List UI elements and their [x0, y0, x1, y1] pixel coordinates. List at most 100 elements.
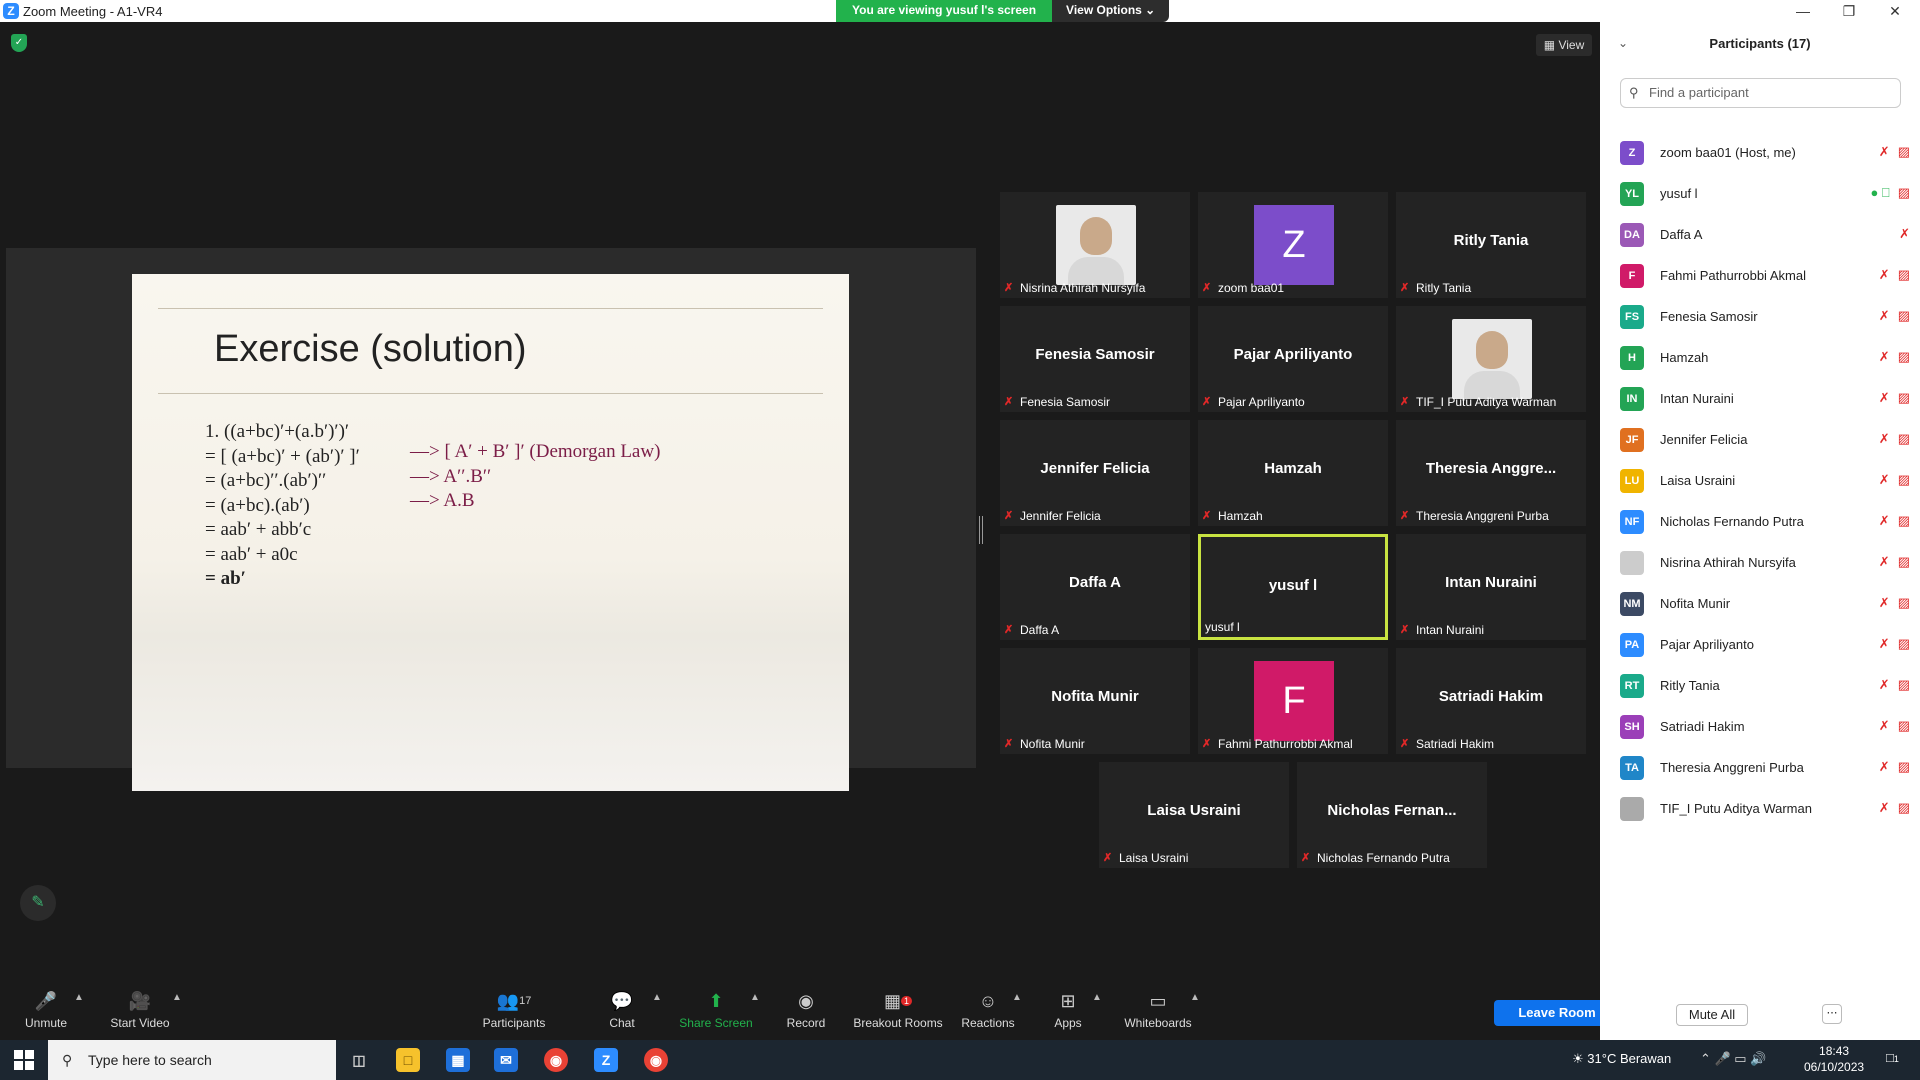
chat-options-caret[interactable]: ▲	[652, 992, 662, 1003]
zoom-taskbar-icon[interactable]: Z	[594, 1048, 618, 1072]
participant-row[interactable]: F Fahmi Pathurrobbi Akmal ✗ ▨	[1620, 255, 1910, 296]
unmute-button[interactable]: 🎤 Unmute	[18, 984, 74, 1040]
muted-mic-icon: ✗	[1202, 738, 1212, 750]
annotate-pencil-icon[interactable]: ✎	[20, 885, 56, 921]
record-button[interactable]: ◉ Record	[782, 984, 830, 1040]
chrome-icon[interactable]: ◉	[544, 1048, 568, 1072]
unmute-label: Unmute	[24, 1016, 68, 1030]
chrome-profile-icon[interactable]: ◉	[644, 1048, 668, 1072]
participant-row[interactable]: Zzoom baa01 (Host, me) ✗ ▨	[1620, 132, 1910, 173]
close-icon[interactable]: ✕	[1872, 0, 1918, 22]
participant-row[interactable]: YL yusuf l ● ⎕ ▨	[1620, 173, 1910, 214]
minimize-icon[interactable]: —	[1780, 0, 1826, 22]
breakout-rooms-label: Breakout Rooms	[853, 1016, 943, 1030]
mail-icon[interactable]: ✉	[494, 1048, 518, 1072]
video-tile[interactable]: Nicholas Fernan... ✗ Nicholas Fernando Put…	[1297, 762, 1487, 868]
video-tile[interactable]: ✗ Nisrina Athirah Nursyifa	[1000, 192, 1190, 298]
participant-row[interactable]: Nisrina Athirah Nursyifa ✗ ▨	[1620, 542, 1910, 583]
video-tile[interactable]: Fenesia Samosir ✗ Fenesia Samosir	[1000, 306, 1190, 412]
view-options-button[interactable]: View Options ⌄	[1052, 0, 1170, 22]
tile-avatar: Z	[1254, 205, 1334, 285]
participant-row[interactable]: TIF_I Putu Aditya Warman ✗ ▨	[1620, 788, 1910, 829]
video-options-caret[interactable]: ▲	[172, 992, 182, 1003]
participant-row[interactable]: NM Nofita Munir ✗ ▨	[1620, 583, 1910, 624]
taskbar-clock[interactable]: 18:43 06/10/2023	[1804, 1043, 1864, 1075]
participant-row[interactable]: FS Fenesia Samosir ✗ ▨	[1620, 296, 1910, 337]
chat-button[interactable]: 💬 Chat	[600, 984, 644, 1040]
participant-status-icons: ✗ ▨	[1879, 513, 1910, 529]
participant-name: Fenesia Samosir	[1660, 309, 1758, 324]
start-video-button[interactable]: 🎥 Start Video	[102, 984, 178, 1040]
video-off-icon: ▨	[1897, 800, 1910, 815]
taskbar-search-box[interactable]: ⚲ Type here to search	[48, 1040, 336, 1080]
participant-name: Intan Nuraini	[1660, 391, 1734, 406]
participant-row[interactable]: NF Nicholas Fernando Putra ✗ ▨	[1620, 501, 1910, 542]
video-tile[interactable]: Jennifer Felicia ✗ Jennifer Felicia	[1000, 420, 1190, 526]
muted-mic-icon: ✗	[1878, 144, 1890, 159]
weather-widget[interactable]: ☀ 31°C Berawan	[1572, 1051, 1671, 1067]
file-explorer-icon[interactable]: □	[396, 1048, 420, 1072]
participants-button[interactable]: 👥17 Participants	[478, 984, 550, 1040]
mute-all-button[interactable]: Mute All	[1676, 1004, 1748, 1026]
audio-options-caret[interactable]: ▲	[74, 992, 84, 1003]
participant-row[interactable]: DA Daffa A ✗	[1620, 214, 1910, 255]
start-button[interactable]	[14, 1050, 34, 1070]
video-off-icon: ▨	[1897, 349, 1910, 364]
video-tile[interactable]: Intan Nuraini ✗ Intan Nuraini	[1396, 534, 1586, 640]
apps-button[interactable]: ⊞ Apps	[1050, 984, 1086, 1040]
video-tile[interactable]: Ritly Tania ✗ Ritly Tania	[1396, 192, 1586, 298]
video-tile[interactable]: Nofita Munir ✗ Nofita Munir	[1000, 648, 1190, 754]
participant-row[interactable]: IN Intan Nuraini ✗ ▨	[1620, 378, 1910, 419]
more-options-button[interactable]: ⋯	[1822, 1004, 1842, 1024]
participant-status-icons: ✗ ▨	[1879, 800, 1910, 816]
reactions-options-caret[interactable]: ▲	[1012, 992, 1022, 1003]
tile-name-tag: ✗ Laisa Usraini	[1103, 851, 1188, 865]
participant-name: TIF_I Putu Aditya Warman	[1660, 801, 1812, 816]
participant-row[interactable]: SH Satriadi Hakim ✗ ▨	[1620, 706, 1910, 747]
muted-mic-icon: ✗	[1400, 396, 1410, 408]
participant-row[interactable]: H Hamzah ✗ ▨	[1620, 337, 1910, 378]
split-divider-handle[interactable]	[979, 516, 983, 544]
shield-icon[interactable]: ✓	[11, 34, 27, 52]
muted-mic-icon: ✗	[1004, 738, 1014, 750]
notification-icon[interactable]: □1	[1886, 1050, 1899, 1065]
restore-icon[interactable]: ❐	[1826, 0, 1872, 22]
title-bar: Z Zoom Meeting - A1-VR4 You are viewing …	[0, 0, 1920, 22]
video-tile[interactable]: yusuf l yusuf l	[1198, 534, 1388, 640]
tile-participant-name: Fahmi Pathurrobbi Akmal	[1218, 737, 1353, 751]
participant-search-input[interactable]: ⚲ Find a participant	[1620, 78, 1901, 108]
video-tile[interactable]: Daffa A ✗ Daffa A	[1000, 534, 1190, 640]
participant-row[interactable]: PA Pajar Apriliyanto ✗ ▨	[1620, 624, 1910, 665]
tray-icons[interactable]: ⌃ 🎤 ▭ 🔊	[1700, 1051, 1766, 1067]
share-options-caret[interactable]: ▲	[750, 992, 760, 1003]
video-off-icon: ▨	[1897, 472, 1910, 487]
video-tile[interactable]: F ✗ Fahmi Pathurrobbi Akmal	[1198, 648, 1388, 754]
share-screen-button[interactable]: ⬆ Share Screen	[678, 984, 754, 1040]
task-view-icon[interactable]: ◫	[347, 1048, 371, 1072]
participant-row[interactable]: TA Theresia Anggreni Purba ✗ ▨	[1620, 747, 1910, 788]
apps-options-caret[interactable]: ▲	[1092, 992, 1102, 1003]
participant-name: zoom baa01 (Host, me)	[1660, 145, 1796, 160]
tile-display-name: Daffa A	[1069, 574, 1121, 591]
video-tile[interactable]: ✗ TIF_I Putu Aditya Warman	[1396, 306, 1586, 412]
whiteboards-options-caret[interactable]: ▲	[1190, 992, 1200, 1003]
whiteboards-button[interactable]: ▭ Whiteboards	[1120, 984, 1196, 1040]
microsoft-store-icon[interactable]: ▦	[446, 1048, 470, 1072]
taskbar-search-placeholder: Type here to search	[88, 1052, 212, 1068]
participant-row[interactable]: LU Laisa Usraini ✗ ▨	[1620, 460, 1910, 501]
video-tile[interactable]: Pajar Apriliyanto ✗ Pajar Apriliyanto	[1198, 306, 1388, 412]
participant-row[interactable]: RT Ritly Tania ✗ ▨	[1620, 665, 1910, 706]
participant-row[interactable]: JF Jennifer Felicia ✗ ▨	[1620, 419, 1910, 460]
video-tile[interactable]: Z ✗ zoom baa01	[1198, 192, 1388, 298]
video-tile[interactable]: Laisa Usraini ✗ Laisa Usraini	[1099, 762, 1289, 868]
windows-taskbar: ⚲ Type here to search ◫ □ ▦ ✉ ◉ Z ◉ ☀ 31…	[0, 1040, 1920, 1080]
view-button[interactable]: ▦ View	[1536, 34, 1592, 56]
muted-mic-icon: ✗	[1301, 852, 1311, 864]
reactions-button[interactable]: ☺ Reactions	[958, 984, 1018, 1040]
video-off-icon: ▨	[1897, 431, 1910, 446]
video-tile[interactable]: Hamzah ✗ Hamzah	[1198, 420, 1388, 526]
participant-search-placeholder: Find a participant	[1649, 85, 1749, 100]
video-tile[interactable]: Satriadi Hakim ✗ Satriadi Hakim	[1396, 648, 1586, 754]
video-tile[interactable]: Theresia Anggre... ✗ Theresia Anggreni Pur…	[1396, 420, 1586, 526]
breakout-rooms-button[interactable]: ▦ 1 Breakout Rooms	[852, 984, 944, 1040]
